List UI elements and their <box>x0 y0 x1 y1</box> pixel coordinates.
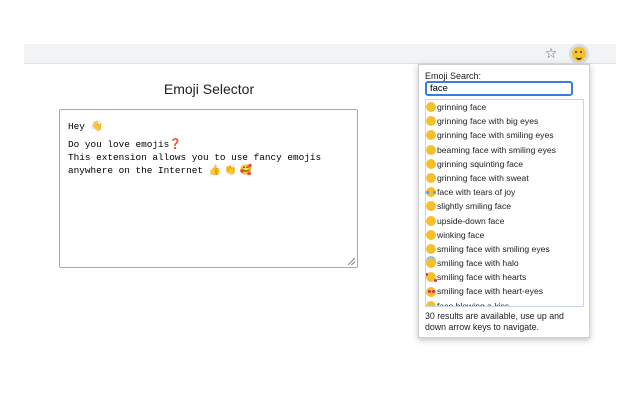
halo-face-icon <box>426 258 436 269</box>
kiss-face-icon <box>426 300 436 306</box>
emoji-text-area[interactable]: Hey 👋 Do you love emojis❓ This extension… <box>59 109 358 268</box>
emoji-search-input[interactable] <box>425 81 573 96</box>
result-item[interactable]: beaming face with smiling eyes <box>426 143 583 157</box>
beaming-face-icon <box>426 144 436 155</box>
emoji-face-icon <box>572 47 586 61</box>
editor-line: Hey 👋 <box>68 121 103 132</box>
result-item[interactable]: grinning squinting face <box>426 157 583 171</box>
result-item[interactable]: smiling face with hearts <box>426 270 583 284</box>
result-item[interactable]: grinning face with big eyes <box>426 114 583 128</box>
browser-toolbar <box>24 44 616 64</box>
emoji-search-popup: Emoji Search: grinning face grinning fac… <box>418 64 590 338</box>
result-item[interactable]: grinning face with smiling eyes <box>426 128 583 142</box>
results-list[interactable]: grinning face grinning face with big eye… <box>425 99 584 307</box>
result-item[interactable]: grinning face with sweat <box>426 171 583 185</box>
grinning-face-sweat-icon <box>426 173 436 184</box>
editor-line: Do you love emojis❓ <box>68 139 182 150</box>
result-item[interactable]: face blowing a kiss <box>426 299 583 306</box>
editor-line: This extension allows you to use fancy e… <box>68 152 322 163</box>
result-item[interactable]: slightly smiling face <box>426 199 583 213</box>
page-title: Emoji Selector <box>163 81 255 97</box>
grinning-face-icon <box>426 102 436 113</box>
emoji-extension-button[interactable] <box>569 44 589 64</box>
upside-down-face-icon <box>426 215 436 226</box>
result-item[interactable]: smiling face with smiling eyes <box>426 242 583 256</box>
tears-of-joy-icon <box>426 187 436 198</box>
question-mark-emoji: ❓ <box>169 139 182 150</box>
waving-hand-emoji: 👋 <box>90 121 103 132</box>
bookmark-star-icon[interactable]: ☆ <box>541 44 561 64</box>
result-item[interactable]: smiling face with heart-eyes <box>426 284 583 298</box>
hearts-face-icon <box>426 272 436 283</box>
results-status: 30 results are available, use up and dow… <box>425 311 564 332</box>
result-item[interactable]: winking face <box>426 228 583 242</box>
slightly-smiling-face-icon <box>426 201 436 212</box>
grinning-squinting-face-icon <box>426 158 436 169</box>
grinning-face-big-eyes-icon <box>426 116 436 127</box>
resize-handle[interactable] <box>348 258 355 265</box>
result-item[interactable]: smiling face with halo <box>426 256 583 270</box>
result-item[interactable]: grinning face <box>426 100 583 114</box>
reaction-emojis: 👍 👏 🥰 <box>208 165 253 176</box>
search-label: Emoji Search: <box>425 71 482 81</box>
heart-eyes-face-icon <box>426 286 436 297</box>
winking-face-icon <box>426 229 436 240</box>
smiling-face-smiling-eyes-icon <box>426 243 436 254</box>
editor-line: anywhere on the Internet 👍 👏 🥰 <box>68 165 253 176</box>
result-item[interactable]: face with tears of joy <box>426 185 583 199</box>
result-item[interactable]: upside-down face <box>426 214 583 228</box>
grinning-face-smiling-eyes-icon <box>426 130 436 141</box>
